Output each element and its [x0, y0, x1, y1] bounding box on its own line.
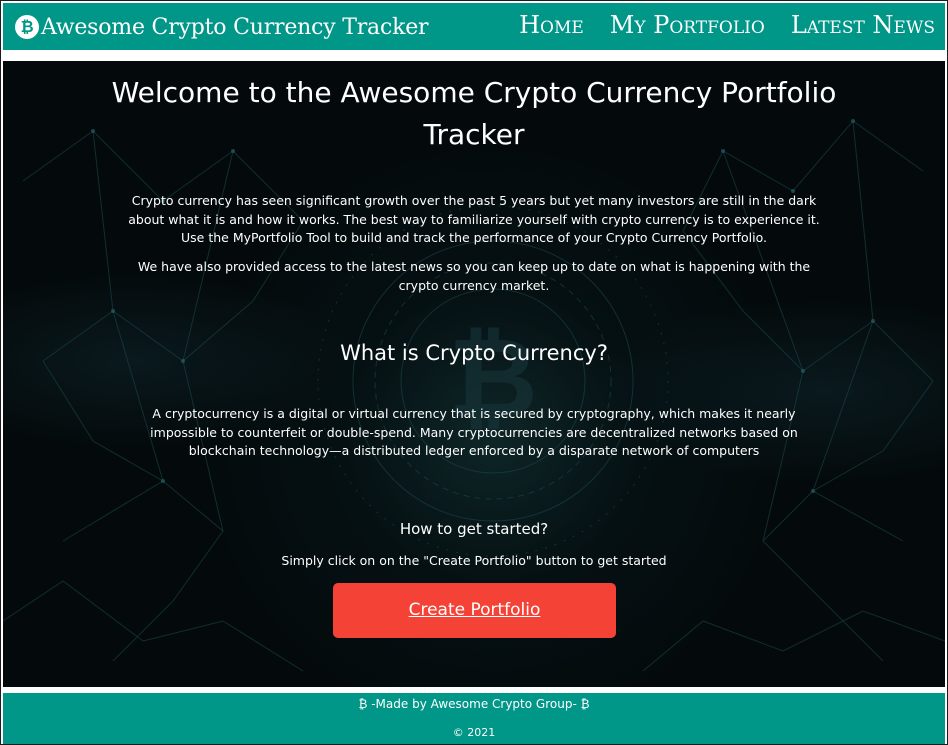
hero-section: ₿ Welcome to the Awesome Crypto Currency… [3, 61, 945, 687]
page: ₿ Awesome Crypto Currency Tracker Home M… [0, 0, 948, 745]
nav-my-portfolio-link[interactable]: My Portfolio [610, 11, 765, 39]
top-navbar: ₿ Awesome Crypto Currency Tracker Home M… [3, 3, 945, 50]
nav-latest-news-link[interactable]: Latest News [791, 11, 935, 39]
brand-title: Awesome Crypto Currency Tracker [41, 14, 429, 40]
intro-paragraph: Crypto currency has seen significant gro… [128, 193, 820, 245]
news-paragraph: We have also provided access to the late… [137, 259, 811, 293]
bitcoin-icon: ₿ [15, 15, 39, 39]
what-is-crypto-heading: What is Crypto Currency? [340, 341, 608, 365]
brand-link[interactable]: ₿ Awesome Crypto Currency Tracker [15, 12, 429, 42]
definition-paragraph: A cryptocurrency is a digital or virtual… [150, 406, 798, 458]
get-started-heading: How to get started? [399, 520, 549, 538]
footer-copyright: © 2021 [452, 726, 496, 739]
footer-credit: ₿ -Made by Awesome Crypto Group- ₿ [358, 697, 590, 711]
page-title: Welcome to the Awesome Crypto Currency P… [111, 76, 837, 151]
instructions-text: Simply click on on the "Create Portfolio… [281, 553, 667, 568]
main-nav: Home My Portfolio Latest News [519, 11, 935, 39]
nav-home-link[interactable]: Home [519, 11, 584, 39]
footer: ₿ -Made by Awesome Crypto Group- ₿ © 202… [3, 693, 945, 744]
create-portfolio-button[interactable]: Create Portfolio [333, 583, 616, 638]
